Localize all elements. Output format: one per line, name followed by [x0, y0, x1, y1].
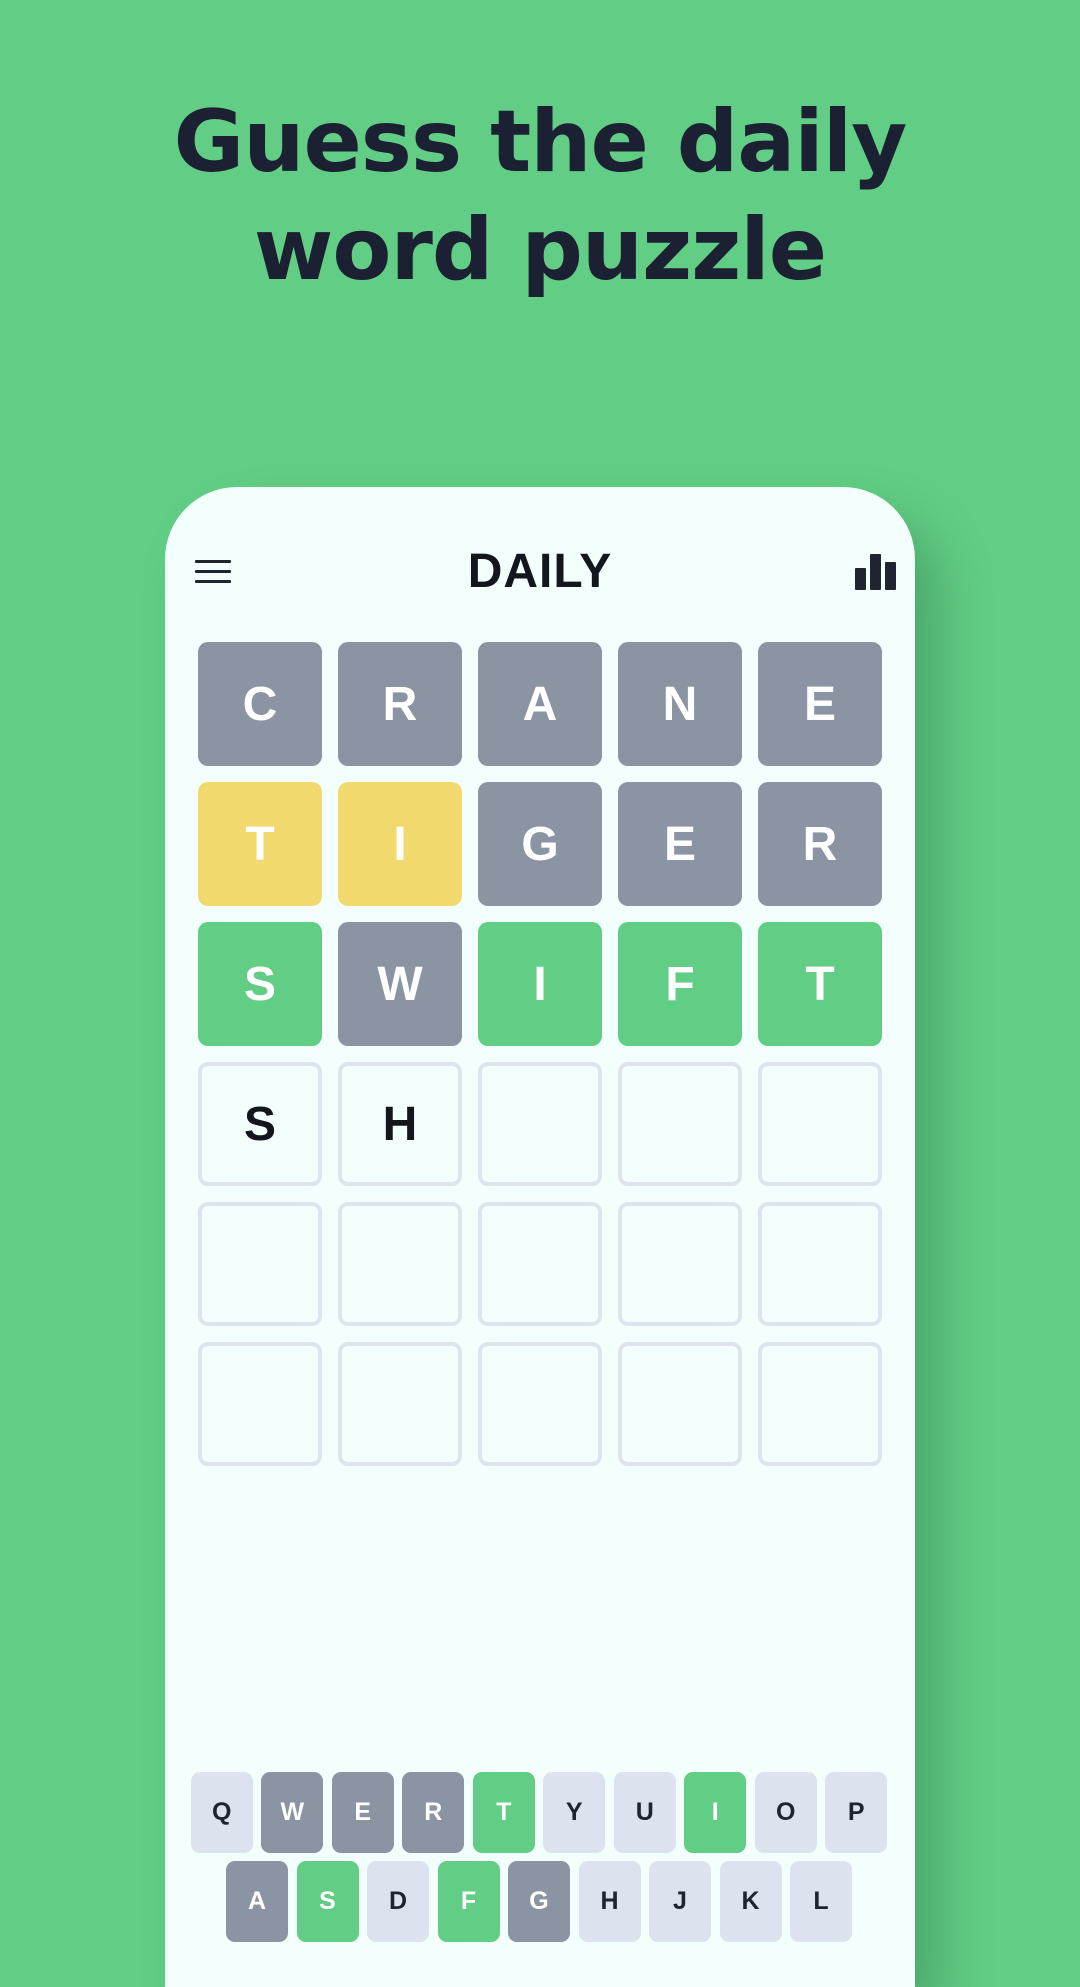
- key-d[interactable]: D: [367, 1861, 429, 1942]
- letter-tile: F: [618, 922, 742, 1046]
- key-w[interactable]: W: [261, 1772, 324, 1853]
- key-r[interactable]: R: [402, 1772, 465, 1853]
- key-k[interactable]: K: [719, 1861, 782, 1942]
- letter-tile: [478, 1202, 602, 1326]
- board-row: TIGER: [198, 782, 888, 906]
- letter-tile: [198, 1342, 322, 1466]
- letter-tile: W: [338, 922, 462, 1046]
- promo-headline: Guess the daily word puzzle: [0, 88, 1080, 304]
- key-g[interactable]: G: [508, 1861, 570, 1942]
- game-board: CRANETIGERSWIFTSH: [198, 642, 888, 1482]
- letter-tile: R: [338, 642, 462, 766]
- letter-tile: [338, 1342, 462, 1466]
- phone-screen: DAILY CRANETIGERSWIFTSH QWERTYUIOPASDFGH…: [165, 487, 915, 1987]
- letter-tile: [758, 1202, 882, 1326]
- board-row: [198, 1342, 888, 1466]
- letter-tile: T: [758, 922, 882, 1046]
- stats-icon[interactable]: [855, 554, 897, 590]
- key-s[interactable]: S: [296, 1861, 359, 1942]
- letter-tile: N: [618, 642, 742, 766]
- key-h[interactable]: H: [578, 1861, 641, 1942]
- letter-tile: A: [478, 642, 602, 766]
- letter-tile: T: [198, 782, 322, 906]
- letter-tile: S: [198, 1062, 322, 1186]
- keyboard-row: QWERTYUIOP: [189, 1772, 889, 1853]
- key-f[interactable]: F: [437, 1861, 500, 1942]
- letter-tile: I: [478, 922, 602, 1046]
- letter-tile: [478, 1342, 602, 1466]
- letter-tile: C: [198, 642, 322, 766]
- board-row: SWIFT: [198, 922, 888, 1046]
- key-j[interactable]: J: [649, 1861, 711, 1942]
- board-row: SH: [198, 1062, 888, 1186]
- headline-line-1: Guess the daily: [173, 92, 908, 192]
- letter-tile: [618, 1062, 742, 1186]
- app-title: DAILY: [467, 545, 613, 598]
- on-screen-keyboard: QWERTYUIOPASDFGHJKL: [189, 1772, 889, 1950]
- letter-tile: [758, 1062, 882, 1186]
- letter-tile: [618, 1202, 742, 1326]
- letter-tile: R: [758, 782, 882, 906]
- key-q[interactable]: Q: [190, 1772, 253, 1853]
- board-row: [198, 1202, 888, 1326]
- letter-tile: G: [478, 782, 602, 906]
- board-row: CRANE: [198, 642, 888, 766]
- letter-tile: [478, 1062, 602, 1186]
- letter-tile: E: [758, 642, 882, 766]
- key-l[interactable]: L: [790, 1861, 852, 1942]
- letter-tile: [338, 1202, 462, 1326]
- letter-tile: H: [338, 1062, 462, 1186]
- letter-tile: I: [338, 782, 462, 906]
- key-i[interactable]: I: [684, 1772, 747, 1853]
- key-a[interactable]: A: [226, 1861, 288, 1942]
- letter-tile: [618, 1342, 742, 1466]
- key-e[interactable]: E: [331, 1772, 394, 1853]
- key-p[interactable]: P: [825, 1772, 888, 1853]
- letter-tile: S: [198, 922, 322, 1046]
- key-u[interactable]: U: [613, 1772, 676, 1853]
- letter-tile: E: [618, 782, 742, 906]
- letter-tile: [758, 1342, 882, 1466]
- key-y[interactable]: Y: [543, 1772, 606, 1853]
- headline-line-2: word puzzle: [253, 200, 827, 300]
- key-o[interactable]: O: [754, 1772, 817, 1853]
- letter-tile: [198, 1202, 322, 1326]
- keyboard-row: ASDFGHJKL: [189, 1861, 889, 1942]
- key-t[interactable]: T: [472, 1772, 535, 1853]
